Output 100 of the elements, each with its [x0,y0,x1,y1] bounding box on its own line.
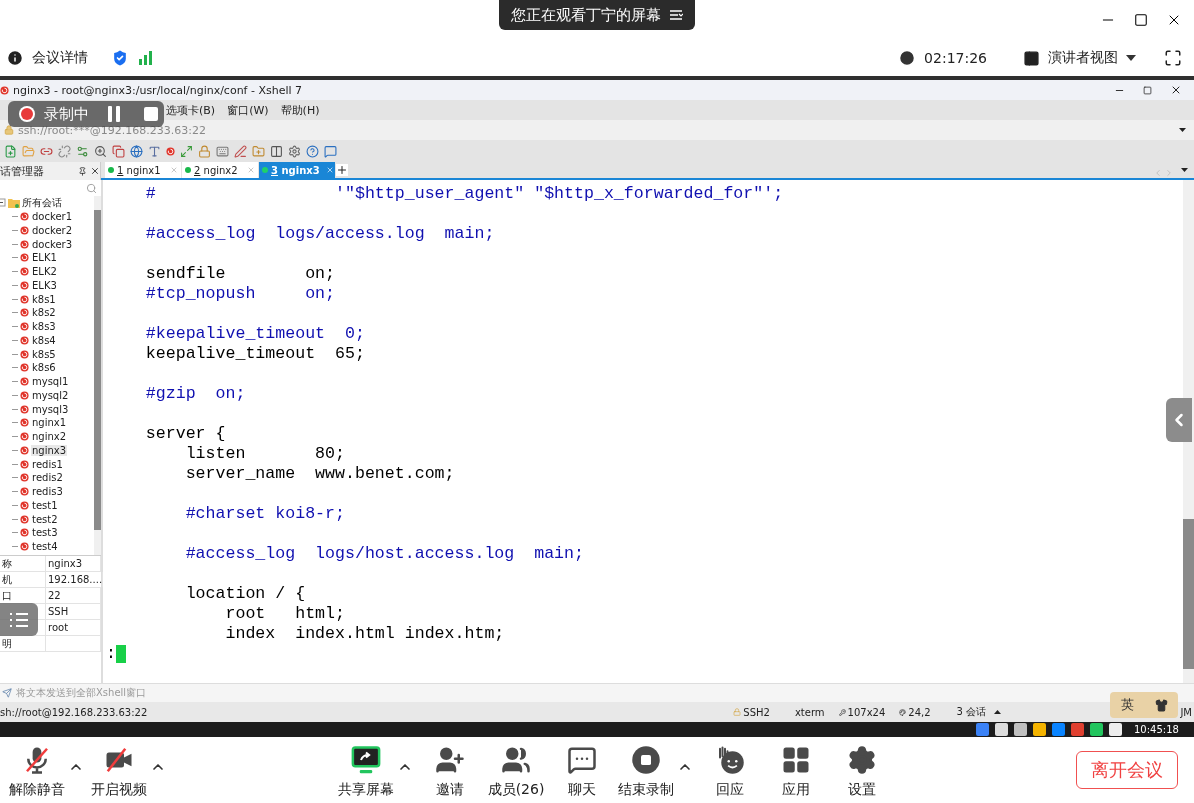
menu-item[interactable]: 帮助(H) [274,102,326,118]
terminal-line: root html; [224,604,345,624]
dropdown-icon[interactable] [1126,55,1136,61]
close-icon[interactable] [1170,84,1182,96]
collapse-panel-button[interactable] [1166,398,1192,442]
scrollbar-thumb[interactable] [1183,519,1194,669]
toolbar-button[interactable]: 应用 [763,741,829,799]
tree-root-label[interactable]: 所有会话 [22,195,62,210]
up-arrow-icon[interactable] [994,710,1002,714]
toolbar-button[interactable]: 聊天 [549,741,615,799]
search-icon[interactable] [86,182,97,194]
session-item[interactable]: k8s6 [31,362,57,374]
app-icon[interactable] [1090,723,1103,736]
maximize-icon[interactable] [1134,13,1148,27]
toolbar-button[interactable]: 设置 [829,741,895,799]
scrollbar-thumb[interactable] [94,210,101,530]
folder-icon [8,197,20,208]
session-tab[interactable]: 1 nginx1 [105,162,181,178]
status-sessions[interactable]: 3 会话 [956,705,987,719]
session-item[interactable]: k8s2 [31,307,57,319]
session-item[interactable]: test3 [31,527,59,539]
pin-icon[interactable] [78,166,87,176]
new-file-icon[interactable] [4,144,17,158]
toolbar-button[interactable]: 邀请 [417,741,483,799]
search-icon[interactable] [94,144,107,158]
session-item[interactable]: nginx3 [31,444,68,456]
toolbar-button[interactable]: 开启视频 [88,741,150,799]
session-item[interactable]: docker1 [31,211,74,223]
video-off-icon [104,745,134,775]
dropdown-icon[interactable] [1179,128,1186,132]
session-item[interactable]: docker2 [31,224,74,236]
help-icon[interactable] [306,144,319,158]
session-item[interactable]: test2 [31,513,59,525]
stop-icon[interactable] [143,106,159,122]
session-item[interactable]: redis2 [31,472,64,484]
session-item[interactable]: k8s4 [31,334,57,346]
menu-button[interactable] [0,603,38,636]
font-icon[interactable] [148,144,161,158]
app-icon[interactable] [1014,723,1027,736]
apps-icon [781,745,811,775]
keyboard-icon[interactable] [216,144,229,158]
session-item[interactable]: k8s3 [31,321,57,333]
app-icon[interactable] [1052,723,1065,736]
session-item[interactable]: k8s1 [31,293,57,305]
terminal-line: #access_log logs/access.log main; [144,224,495,244]
new-tab-icon[interactable] [336,164,348,176]
toolbar-button[interactable]: 共享屏幕 [335,741,397,799]
dropdown-icon[interactable] [1181,168,1188,172]
app-icon[interactable] [995,723,1008,736]
session-tab[interactable]: 2 nginx2 [182,162,258,178]
app-icon[interactable] [976,723,989,736]
session-item[interactable]: mysql3 [31,403,70,415]
session-item[interactable]: nginx1 [31,417,68,429]
session-icon [20,459,29,469]
list-icon[interactable] [669,9,683,21]
close-tab-icon[interactable] [325,166,334,174]
toolbar-button[interactable]: 解除静音 [6,741,68,799]
info-icon[interactable] [6,49,24,67]
terminal-line: #charset koi8-r; [184,504,345,524]
unlink-icon[interactable] [58,144,71,158]
session-item[interactable]: ELK2 [31,266,58,278]
app-icon[interactable] [1109,723,1122,736]
message-icon[interactable] [324,144,337,158]
view-mode-label[interactable]: 演讲者视图 [1048,49,1118,67]
leave-meeting-button[interactable]: 离开会议 [1076,751,1178,789]
session-item[interactable]: test1 [31,499,59,511]
properties-icon[interactable] [76,144,89,158]
session-item[interactable]: docker3 [31,238,74,250]
session-item[interactable]: test4 [31,541,59,553]
app-icon[interactable] [1033,723,1046,736]
session-item[interactable]: redis3 [31,486,64,498]
terminal-line: #keepalive_timeout 0; [144,324,365,344]
session-icon [20,528,29,538]
globe-icon[interactable] [130,144,143,158]
session-item[interactable]: nginx2 [31,431,68,443]
session-item[interactable]: ELK3 [31,279,58,291]
toolbar-button[interactable]: 结束录制 [615,741,677,799]
toolbar-button[interactable]: 回应 [697,741,763,799]
lock-icon[interactable] [198,144,211,158]
settings-icon[interactable] [288,144,301,158]
fullscreen-icon[interactable] [1164,49,1182,67]
copy-icon[interactable] [112,144,125,158]
users-icon [501,745,531,775]
pen-icon[interactable] [234,144,247,158]
session-item[interactable]: k8s5 [31,348,57,360]
session-item[interactable]: redis1 [31,458,64,470]
menu-item[interactable]: 窗口(W) [221,102,275,118]
close-icon[interactable] [90,166,100,176]
session-item[interactable]: mysql1 [31,376,70,388]
session-item[interactable]: ELK1 [31,252,58,264]
toolbar-button[interactable]: 成员(26) [483,741,549,799]
new-folder-icon[interactable] [252,144,265,158]
session-tab[interactable]: 3 nginx3 [259,162,335,178]
session-item[interactable]: mysql2 [31,389,70,401]
meeting-details-link[interactable]: 会议详情 [32,49,88,67]
session-icon [20,445,29,455]
pause-icon[interactable] [107,105,121,123]
send-icon[interactable] [2,688,12,698]
menu-item[interactable]: 选项卡(B) [160,102,222,118]
input-method-badge[interactable]: 英 [1110,692,1178,718]
